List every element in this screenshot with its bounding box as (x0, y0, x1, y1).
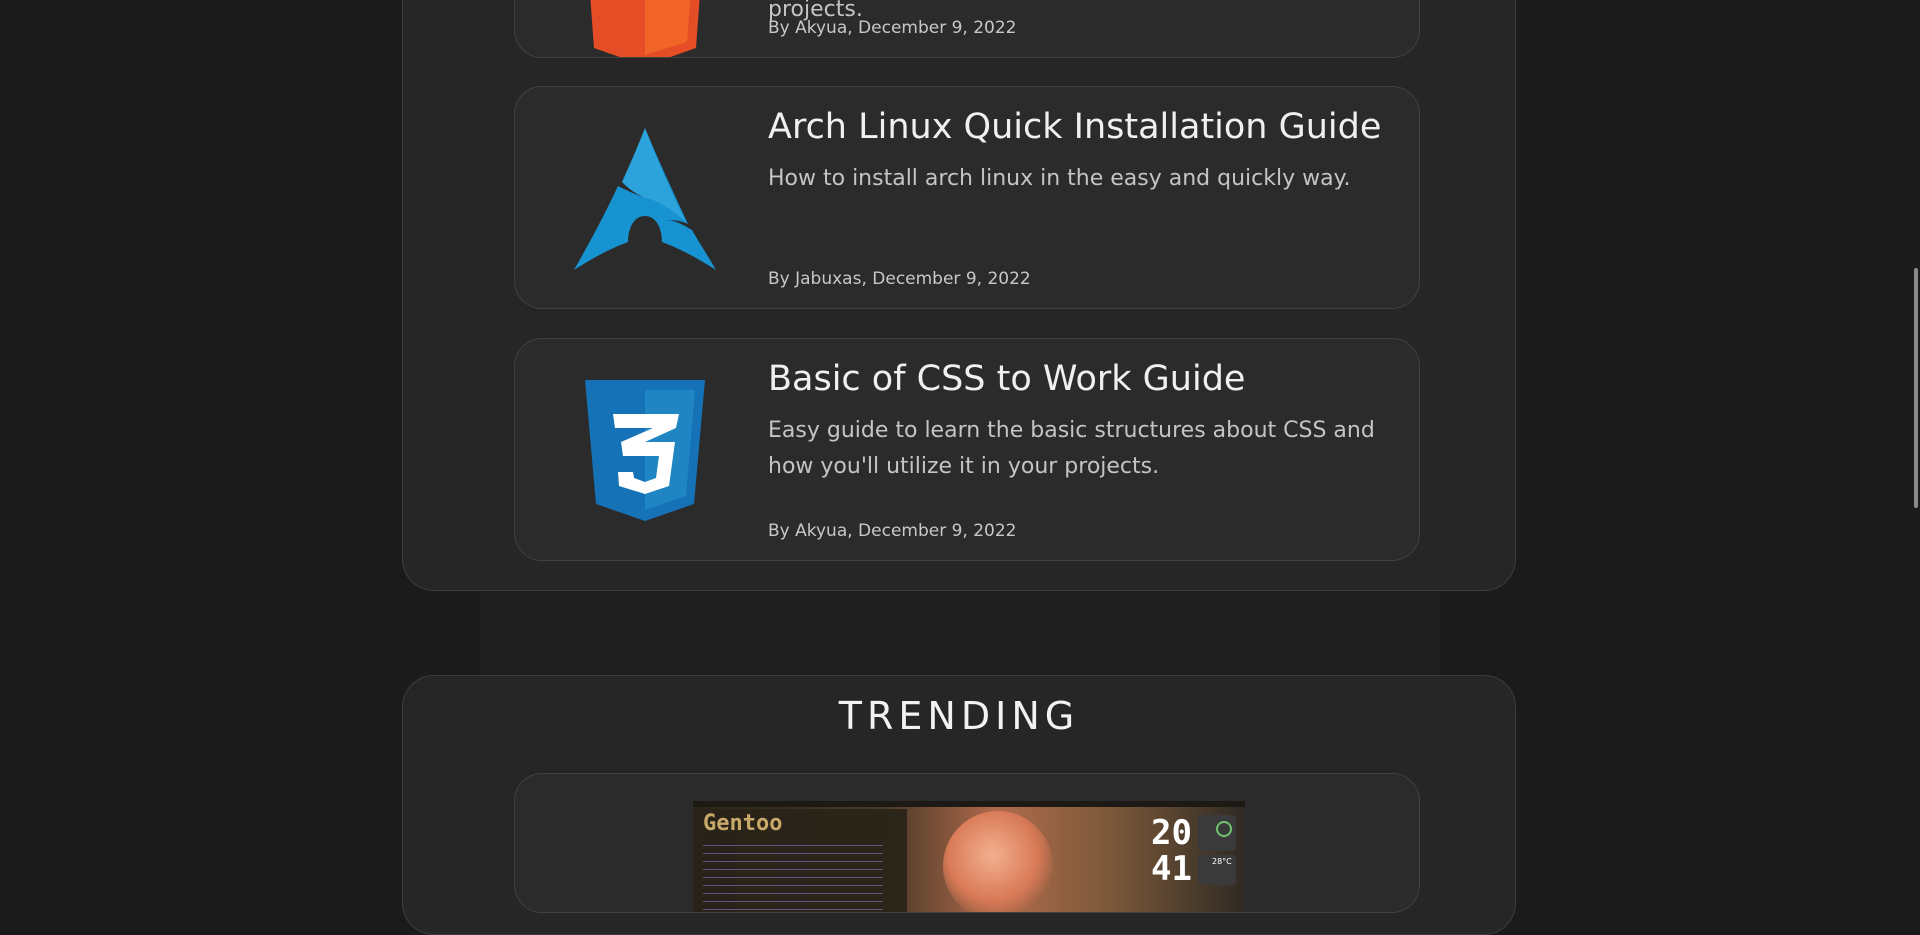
post-description: How to install arch linux in the easy an… (768, 166, 1351, 191)
gauge-ring (1216, 821, 1232, 837)
terminal-lines (703, 845, 883, 912)
post-meta: By Akyua, December 9, 2022 (768, 18, 1017, 38)
scrollbar-thumb[interactable] (1914, 268, 1918, 508)
post-meta: By Jabuxas, December 9, 2022 (768, 269, 1031, 289)
post-description: Easy guide to learn the basic structures… (768, 418, 1375, 479)
page-scrollbar[interactable] (1908, 0, 1920, 884)
css3-icon (555, 361, 735, 541)
temperature-value: 28°C (1212, 857, 1232, 866)
trending-card[interactable]: Gentoo 20 41 28°C (514, 773, 1420, 913)
post-card-html[interactable]: projects. By Akyua, December 9, 2022 (514, 0, 1420, 58)
widget-temp: 28°C (1198, 855, 1236, 885)
preview-terminal: Gentoo (697, 809, 907, 912)
trending-preview-image[interactable]: Gentoo 20 41 28°C (693, 801, 1245, 912)
widget-gauge (1198, 815, 1236, 851)
html5-icon (555, 0, 735, 57)
post-card-arch[interactable]: Arch Linux Quick Installation Guide How … (514, 86, 1420, 309)
preview-topbar (693, 801, 1245, 807)
post-title[interactable]: Basic of CSS to Work Guide (768, 359, 1245, 399)
clock-hours: 20 (1151, 813, 1192, 853)
arch-linux-icon (555, 109, 735, 289)
trending-panel: TRENDING Gentoo 20 41 28°C (402, 675, 1516, 935)
posts-panel: projects. By Akyua, December 9, 2022 Arc… (402, 0, 1516, 591)
gentoo-logo: Gentoo (703, 811, 783, 836)
flower (943, 811, 1053, 912)
clock-minutes: 41 (1151, 849, 1192, 889)
post-title[interactable]: Arch Linux Quick Installation Guide (768, 107, 1381, 147)
post-meta: By Akyua, December 9, 2022 (768, 521, 1017, 541)
post-card-css[interactable]: Basic of CSS to Work Guide Easy guide to… (514, 338, 1420, 561)
trending-heading: TRENDING (838, 694, 1080, 738)
